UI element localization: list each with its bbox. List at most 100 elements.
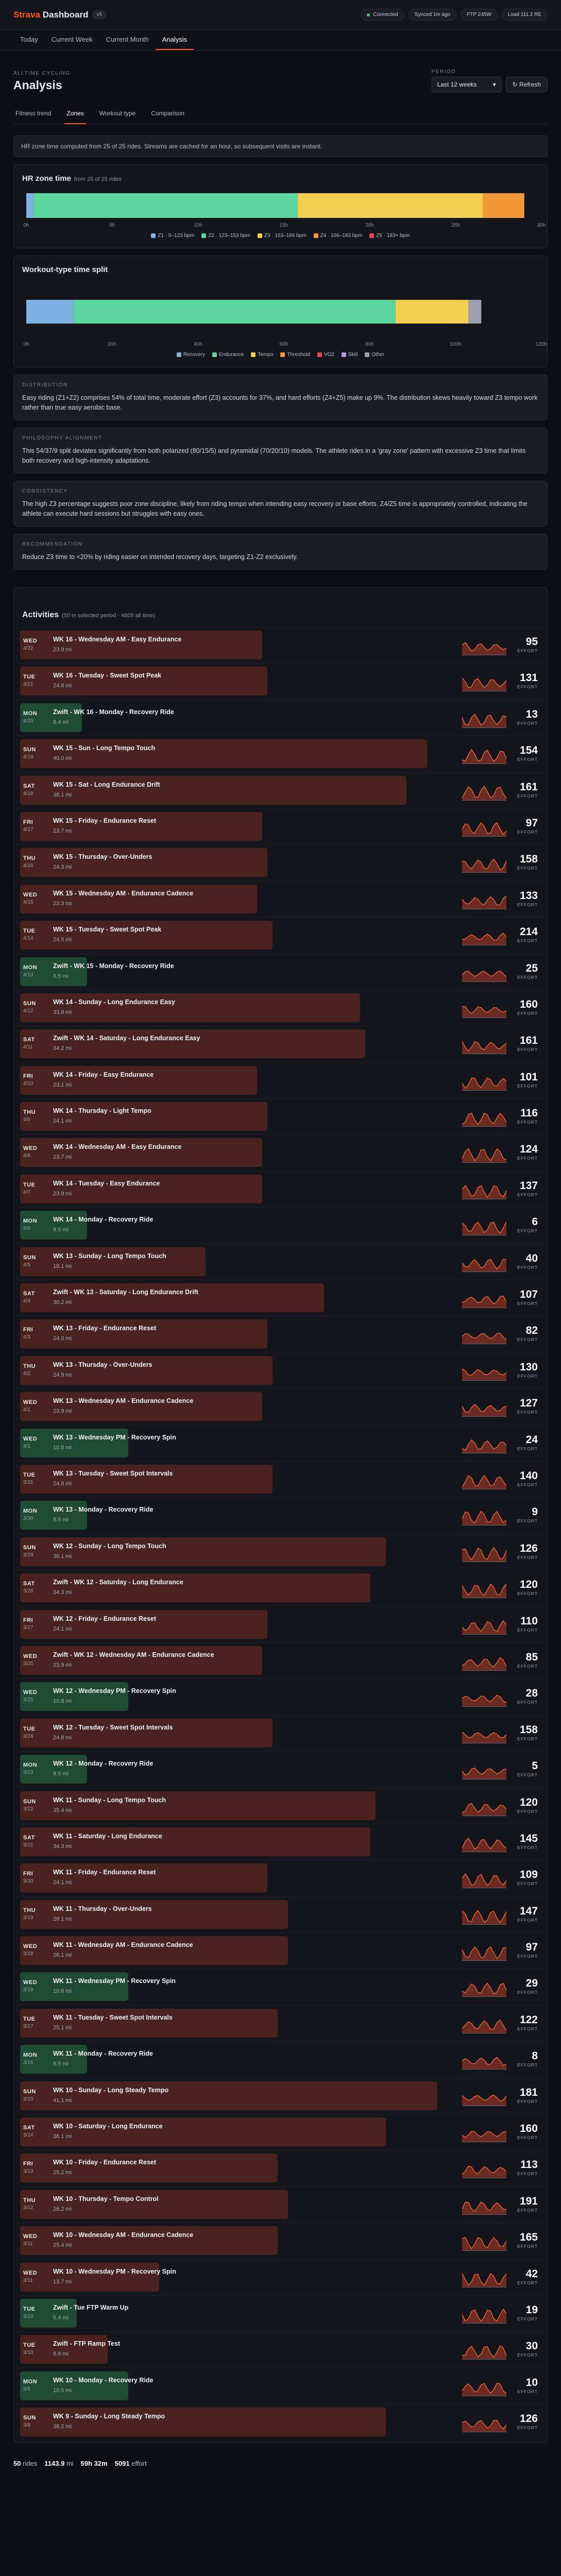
activity-name[interactable]: WK 16 - Wednesday AM - Easy Endurance bbox=[53, 636, 181, 643]
activity-row[interactable]: WED 3/18 WK 11 - Wednesday AM - Endurance … bbox=[14, 1933, 547, 1969]
activity-row[interactable]: SAT 3/28 Zwift - WK 12 - Saturday - Long E… bbox=[14, 1570, 547, 1606]
activity-name[interactable]: WK 15 - Sun - Long Tempo Touch bbox=[53, 744, 155, 752]
activity-row[interactable]: SUN 4/5 WK 13 - Sunday - Long Tempo Touch 1… bbox=[14, 1243, 547, 1280]
activity-row[interactable]: FRI 4/3 WK 13 - Friday - Endurance Reset 24… bbox=[14, 1316, 547, 1352]
activity-row[interactable]: TUE 3/10 Zwift - Tue FTP Warm Up 5.4 mi 19 EF… bbox=[14, 2295, 547, 2331]
segment-recovery[interactable] bbox=[26, 300, 74, 324]
activity-row[interactable]: WED 4/8 WK 14 - Wednesday AM - Easy Endura… bbox=[14, 1134, 547, 1171]
activity-name[interactable]: WK 14 - Friday - Easy Endurance bbox=[53, 1071, 154, 1078]
activity-name[interactable]: Zwift - WK 12 - Saturday - Long Enduranc… bbox=[53, 1579, 183, 1586]
activity-row[interactable]: TUE 3/17 WK 11 - Tuesday - Sweet Spot Inte… bbox=[14, 2005, 547, 2041]
activity-name[interactable]: WK 12 - Tuesday - Sweet Spot Intervals bbox=[53, 1724, 173, 1731]
activity-name[interactable]: WK 11 - Saturday - Long Endurance bbox=[53, 1833, 162, 1840]
activity-row[interactable]: MON 4/6 WK 14 - Monday - Recovery Ride 8.5 … bbox=[14, 1207, 547, 1243]
activity-name[interactable]: WK 11 - Wednesday AM - Endurance Cadence bbox=[53, 1941, 193, 1948]
activity-name[interactable]: WK 12 - Wednesday PM - Recovery Spin bbox=[53, 1687, 176, 1694]
activity-name[interactable]: Zwift - WK 14 - Saturday - Long Enduranc… bbox=[53, 1035, 200, 1042]
activity-name[interactable]: WK 12 - Friday - Endurance Reset bbox=[53, 1615, 156, 1622]
activity-row[interactable]: WED 3/18 WK 11 - Wednesday PM - Recovery S… bbox=[14, 1969, 547, 2005]
subtab-workout-type[interactable]: Workout type bbox=[97, 110, 138, 124]
activity-row[interactable]: TUE 3/24 WK 12 - Tuesday - Sweet Spot Inte… bbox=[14, 1715, 547, 1751]
segment-z3[interactable] bbox=[297, 193, 483, 218]
activity-name[interactable]: WK 11 - Wednesday PM - Recovery Spin bbox=[53, 1977, 176, 1985]
segment-z2[interactable] bbox=[33, 193, 298, 218]
activity-row[interactable]: WED 4/15 WK 15 - Wednesday AM - Endurance … bbox=[14, 880, 547, 917]
activity-row[interactable]: SAT 3/21 WK 11 - Saturday - Long Endurance… bbox=[14, 1823, 547, 1860]
refresh-button[interactable]: ↻ Refresh bbox=[505, 77, 548, 92]
tab-analysis[interactable]: Analysis bbox=[155, 30, 194, 50]
activity-name[interactable]: WK 13 - Monday - Recovery Ride bbox=[53, 1506, 154, 1513]
activity-row[interactable]: MON 4/13 Zwift - WK 15 - Monday - Recovery… bbox=[14, 953, 547, 990]
activity-row[interactable]: SUN 4/12 WK 14 - Sunday - Long Endurance E… bbox=[14, 989, 547, 1026]
activity-name[interactable]: WK 10 - Friday - Endurance Reset bbox=[53, 2159, 156, 2166]
activity-row[interactable]: SAT 4/11 Zwift - WK 14 - Saturday - Long E… bbox=[14, 1026, 547, 1062]
segment-z1[interactable] bbox=[26, 193, 33, 218]
activity-row[interactable]: WED 3/11 WK 10 - Wednesday AM - Endurance … bbox=[14, 2223, 547, 2259]
segment-z4[interactable] bbox=[483, 193, 524, 218]
activity-row[interactable]: FRI 3/20 WK 11 - Friday - Endurance Reset 2… bbox=[14, 1860, 547, 1896]
segment-other[interactable] bbox=[468, 300, 482, 324]
activity-name[interactable]: WK 10 - Monday - Recovery Ride bbox=[53, 2377, 154, 2384]
activity-name[interactable]: Zwift - FTP Ramp Test bbox=[53, 2340, 120, 2347]
activity-name[interactable]: WK 9 - Sunday - Long Steady Tempo bbox=[53, 2413, 165, 2420]
activity-row[interactable]: THU 4/16 WK 15 - Thursday - Over-Unders 24.… bbox=[14, 844, 547, 880]
activity-name[interactable]: WK 14 - Thursday - Light Tempo bbox=[53, 1107, 151, 1114]
app-brand[interactable]: Strava Dashboard bbox=[13, 10, 89, 20]
activity-row[interactable]: TUE 4/21 WK 16 - Tuesday - Sweet Spot Peak… bbox=[14, 663, 547, 699]
subtab-fitness-trend[interactable]: Fitness trend bbox=[13, 110, 53, 124]
activity-name[interactable]: WK 14 - Wednesday AM - Easy Endurance bbox=[53, 1143, 181, 1150]
activity-row[interactable]: MON 3/9 WK 10 - Monday - Recovery Ride 10.5… bbox=[14, 2367, 547, 2404]
activity-name[interactable]: WK 11 - Friday - Endurance Reset bbox=[53, 1869, 156, 1876]
activity-name[interactable]: WK 10 - Wednesday PM - Recovery Spin bbox=[53, 2268, 176, 2275]
activity-row[interactable]: WED 4/1 WK 13 - Wednesday AM - Endurance C… bbox=[14, 1388, 547, 1425]
activity-name[interactable]: WK 13 - Friday - Endurance Reset bbox=[53, 1325, 156, 1332]
activity-name[interactable]: WK 10 - Thursday - Tempo Control bbox=[53, 2195, 159, 2202]
activity-row[interactable]: SUN 3/22 WK 11 - Sunday - Long Tempo Touch… bbox=[14, 1787, 547, 1824]
activity-row[interactable]: WED 4/22 WK 16 - Wednesday AM - Easy Endur… bbox=[14, 627, 547, 663]
tab-current-week[interactable]: Current Week bbox=[45, 30, 99, 50]
activity-name[interactable]: WK 12 - Monday - Recovery Ride bbox=[53, 1760, 154, 1767]
sync-status[interactable]: Synced 1m ago bbox=[408, 9, 457, 21]
activity-row[interactable]: TUE 3/31 WK 13 - Tuesday - Sweet Spot Inte… bbox=[14, 1461, 547, 1497]
activity-row[interactable]: TUE 4/7 WK 14 - Tuesday - Easy Endurance 23… bbox=[14, 1171, 547, 1207]
activity-row[interactable]: MON 3/30 WK 13 - Monday - Recovery Ride 8.5… bbox=[14, 1497, 547, 1533]
activity-row[interactable]: SAT 4/4 Zwift - WK 13 - Saturday - Long En… bbox=[14, 1280, 547, 1316]
activity-name[interactable]: WK 13 - Wednesday AM - Endurance Cadence bbox=[53, 1397, 193, 1404]
activity-row[interactable]: FRI 4/17 WK 15 - Friday - Endurance Reset 2… bbox=[14, 808, 547, 844]
activity-name[interactable]: WK 11 - Thursday - Over-Unders bbox=[53, 1905, 152, 1912]
activity-name[interactable]: WK 15 - Sat - Long Endurance Drift bbox=[53, 781, 160, 788]
activity-name[interactable]: Zwift - WK 12 - Wednesday AM - Endurance… bbox=[53, 1651, 214, 1658]
activity-row[interactable]: FRI 3/27 WK 12 - Friday - Endurance Reset 2… bbox=[14, 1606, 547, 1642]
subtab-zones[interactable]: Zones bbox=[64, 110, 86, 124]
activity-name[interactable]: WK 14 - Sunday - Long Endurance Easy bbox=[53, 998, 175, 1006]
period-select[interactable]: Last 12 weeks ▾ bbox=[431, 77, 502, 92]
activity-name[interactable]: WK 12 - Sunday - Long Tempo Touch bbox=[53, 1543, 166, 1550]
activity-row[interactable]: TUE 4/14 WK 15 - Tuesday - Sweet Spot Peak… bbox=[14, 917, 547, 953]
activity-name[interactable]: WK 11 - Tuesday - Sweet Spot Intervals bbox=[53, 2014, 173, 2021]
activity-name[interactable]: WK 10 - Wednesday AM - Endurance Cadence bbox=[53, 2231, 193, 2239]
activity-row[interactable]: SAT 3/14 WK 10 - Saturday - Long Endurance… bbox=[14, 2114, 547, 2150]
activity-name[interactable]: WK 10 - Sunday - Long Steady Tempo bbox=[53, 2087, 168, 2094]
activity-name[interactable]: WK 13 - Tuesday - Sweet Spot Intervals bbox=[53, 1470, 173, 1477]
tab-current-month[interactable]: Current Month bbox=[99, 30, 156, 50]
activity-row[interactable]: WED 3/11 WK 10 - Wednesday PM - Recovery S… bbox=[14, 2259, 547, 2295]
activity-row[interactable]: WED 3/25 Zwift - WK 12 - Wednesday AM - En… bbox=[14, 1642, 547, 1679]
activity-row[interactable]: SAT 4/18 WK 15 - Sat - Long Endurance Drif… bbox=[14, 772, 547, 808]
activity-row[interactable]: SUN 3/29 WK 12 - Sunday - Long Tempo Touch… bbox=[14, 1533, 547, 1570]
activity-name[interactable]: Zwift - Tue FTP Warm Up bbox=[53, 2304, 128, 2311]
activity-row[interactable]: WED 4/1 WK 13 - Wednesday PM - Recovery Sp… bbox=[14, 1425, 547, 1461]
segment-endurance[interactable] bbox=[73, 300, 396, 324]
activity-name[interactable]: Zwift - WK 13 - Saturday - Long Enduranc… bbox=[53, 1289, 198, 1296]
activity-row[interactable]: WED 3/25 WK 12 - Wednesday PM - Recovery S… bbox=[14, 1679, 547, 1715]
activity-name[interactable]: WK 14 - Monday - Recovery Ride bbox=[53, 1216, 154, 1223]
activity-row[interactable]: THU 3/19 WK 11 - Thursday - Over-Unders 26.… bbox=[14, 1896, 547, 1933]
activity-row[interactable]: SUN 3/8 WK 9 - Sunday - Long Steady Tempo 3… bbox=[14, 2404, 547, 2440]
activity-name[interactable]: Zwift - WK 15 - Monday - Recovery Ride bbox=[53, 962, 174, 970]
activity-name[interactable]: WK 13 - Thursday - Over-Unders bbox=[53, 1361, 152, 1368]
activity-name[interactable]: WK 11 - Monday - Recovery Ride bbox=[53, 2050, 153, 2057]
activity-row[interactable]: THU 3/12 WK 10 - Thursday - Tempo Control 2… bbox=[14, 2186, 547, 2223]
activity-row[interactable]: FRI 4/10 WK 14 - Friday - Easy Endurance 23… bbox=[14, 1062, 547, 1098]
activity-name[interactable]: WK 13 - Sunday - Long Tempo Touch bbox=[53, 1252, 166, 1260]
activity-row[interactable]: MON 3/16 WK 11 - Monday - Recovery Ride 8.5… bbox=[14, 2041, 547, 2077]
activity-row[interactable]: MON 3/23 WK 12 - Monday - Recovery Ride 8.5… bbox=[14, 1751, 547, 1787]
